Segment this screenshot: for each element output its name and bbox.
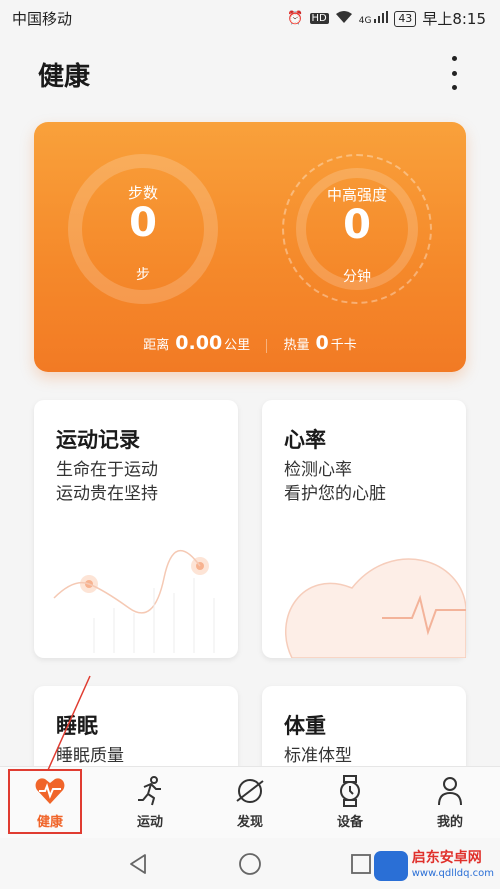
highlight-box xyxy=(8,769,82,834)
stats-divider xyxy=(266,338,268,353)
trend-line-illustration xyxy=(53,549,215,653)
home-icon[interactable] xyxy=(238,852,262,876)
weight-subtitle: 标准体型 xyxy=(284,746,352,766)
recents-icon[interactable] xyxy=(349,852,373,876)
status-bar: 中国移动 ⏰ HD 4G 43 早上8:15 xyxy=(0,0,500,36)
back-icon[interactable] xyxy=(127,852,151,876)
heart-rate-line2: 看护您的心脏 xyxy=(284,484,386,504)
signal-icon: 4G xyxy=(359,11,389,26)
tab-sport[interactable]: 运动 xyxy=(100,767,200,839)
network-type: 4G xyxy=(358,16,372,26)
watermark-name: 启东安卓网 xyxy=(411,850,482,866)
heart-illustration xyxy=(285,558,466,658)
sleep-card[interactable]: 睡眠 睡眠质量 xyxy=(34,686,238,776)
intensity-ring: 中高强度 0 分钟 xyxy=(282,154,432,304)
watch-icon xyxy=(340,775,360,807)
wifi-icon xyxy=(335,10,353,28)
tab-device-label: 设备 xyxy=(336,815,363,830)
status-icons: ⏰ HD 4G 43 早上8:15 xyxy=(287,8,486,29)
distance-calorie-stats: 距离 0.00 公里 热量 0 千卡 xyxy=(34,332,466,354)
exercise-record-card[interactable]: 运动记录 生命在于运动 运动贵在坚持 xyxy=(34,400,238,658)
exercise-record-title: 运动记录 xyxy=(56,428,140,452)
steps-value: 0 xyxy=(129,200,157,246)
calorie-unit: 千卡 xyxy=(330,338,357,353)
tab-discover[interactable]: 发现 xyxy=(200,767,300,839)
watermark: 启东安卓网 www.qdlldq.com xyxy=(373,850,494,882)
tab-me[interactable]: 我的 xyxy=(400,767,500,839)
app-bar: 健康 xyxy=(0,48,500,104)
activity-summary-card[interactable]: 步数 0 步 中高强度 0 分钟 距离 0.00 公里 热量 0 千卡 xyxy=(34,122,466,372)
steps-unit: 步 xyxy=(136,267,150,283)
distance-unit: 公里 xyxy=(224,338,251,353)
heart-rate-title: 心率 xyxy=(284,428,326,452)
exercise-record-line1: 生命在于运动 xyxy=(56,460,158,480)
planet-icon xyxy=(236,779,264,803)
carrier-name: 中国移动 xyxy=(12,10,73,28)
distance-label: 距离 xyxy=(143,338,170,353)
battery-indicator: 43 xyxy=(394,10,417,27)
intensity-value: 0 xyxy=(343,202,371,248)
watermark-text: 启东安卓网 www.qdlldq.com xyxy=(412,850,494,882)
watermark-url: www.qdlldq.com xyxy=(411,868,494,879)
hd-icon: HD xyxy=(309,13,329,24)
tab-sport-label: 运动 xyxy=(136,815,163,830)
watermark-logo xyxy=(373,851,408,881)
page-title: 健康 xyxy=(38,62,91,92)
alarm-icon: ⏰ xyxy=(287,11,304,26)
heart-rate-card[interactable]: 心率 检测心率 看护您的心脏 xyxy=(262,400,466,658)
exercise-record-line2: 运动贵在坚持 xyxy=(56,484,158,504)
calorie-value: 0 xyxy=(315,332,329,354)
heart-rate-line1: 检测心率 xyxy=(284,460,352,480)
calorie-label: 热量 xyxy=(283,338,310,353)
runner-icon xyxy=(138,776,161,806)
heart-rate-subtitle: 检测心率 看护您的心脏 xyxy=(284,458,386,506)
sleep-subtitle: 睡眠质量 xyxy=(56,746,124,766)
steps-ring: 步数 0 步 xyxy=(68,154,218,304)
weight-card[interactable]: 体重 标准体型 xyxy=(262,686,466,776)
weight-title: 体重 xyxy=(284,714,326,738)
sleep-title: 睡眠 xyxy=(56,714,98,738)
distance-value: 0.00 xyxy=(175,332,223,354)
exercise-record-subtitle: 生命在于运动 运动贵在坚持 xyxy=(56,458,158,506)
person-icon xyxy=(438,777,462,806)
tab-discover-label: 发现 xyxy=(236,815,263,830)
tab-me-label: 我的 xyxy=(436,815,463,830)
more-menu-icon[interactable] xyxy=(444,56,464,90)
tab-device[interactable]: 设备 xyxy=(300,767,400,839)
intensity-unit: 分钟 xyxy=(343,269,371,285)
clock: 早上8:15 xyxy=(422,10,486,28)
